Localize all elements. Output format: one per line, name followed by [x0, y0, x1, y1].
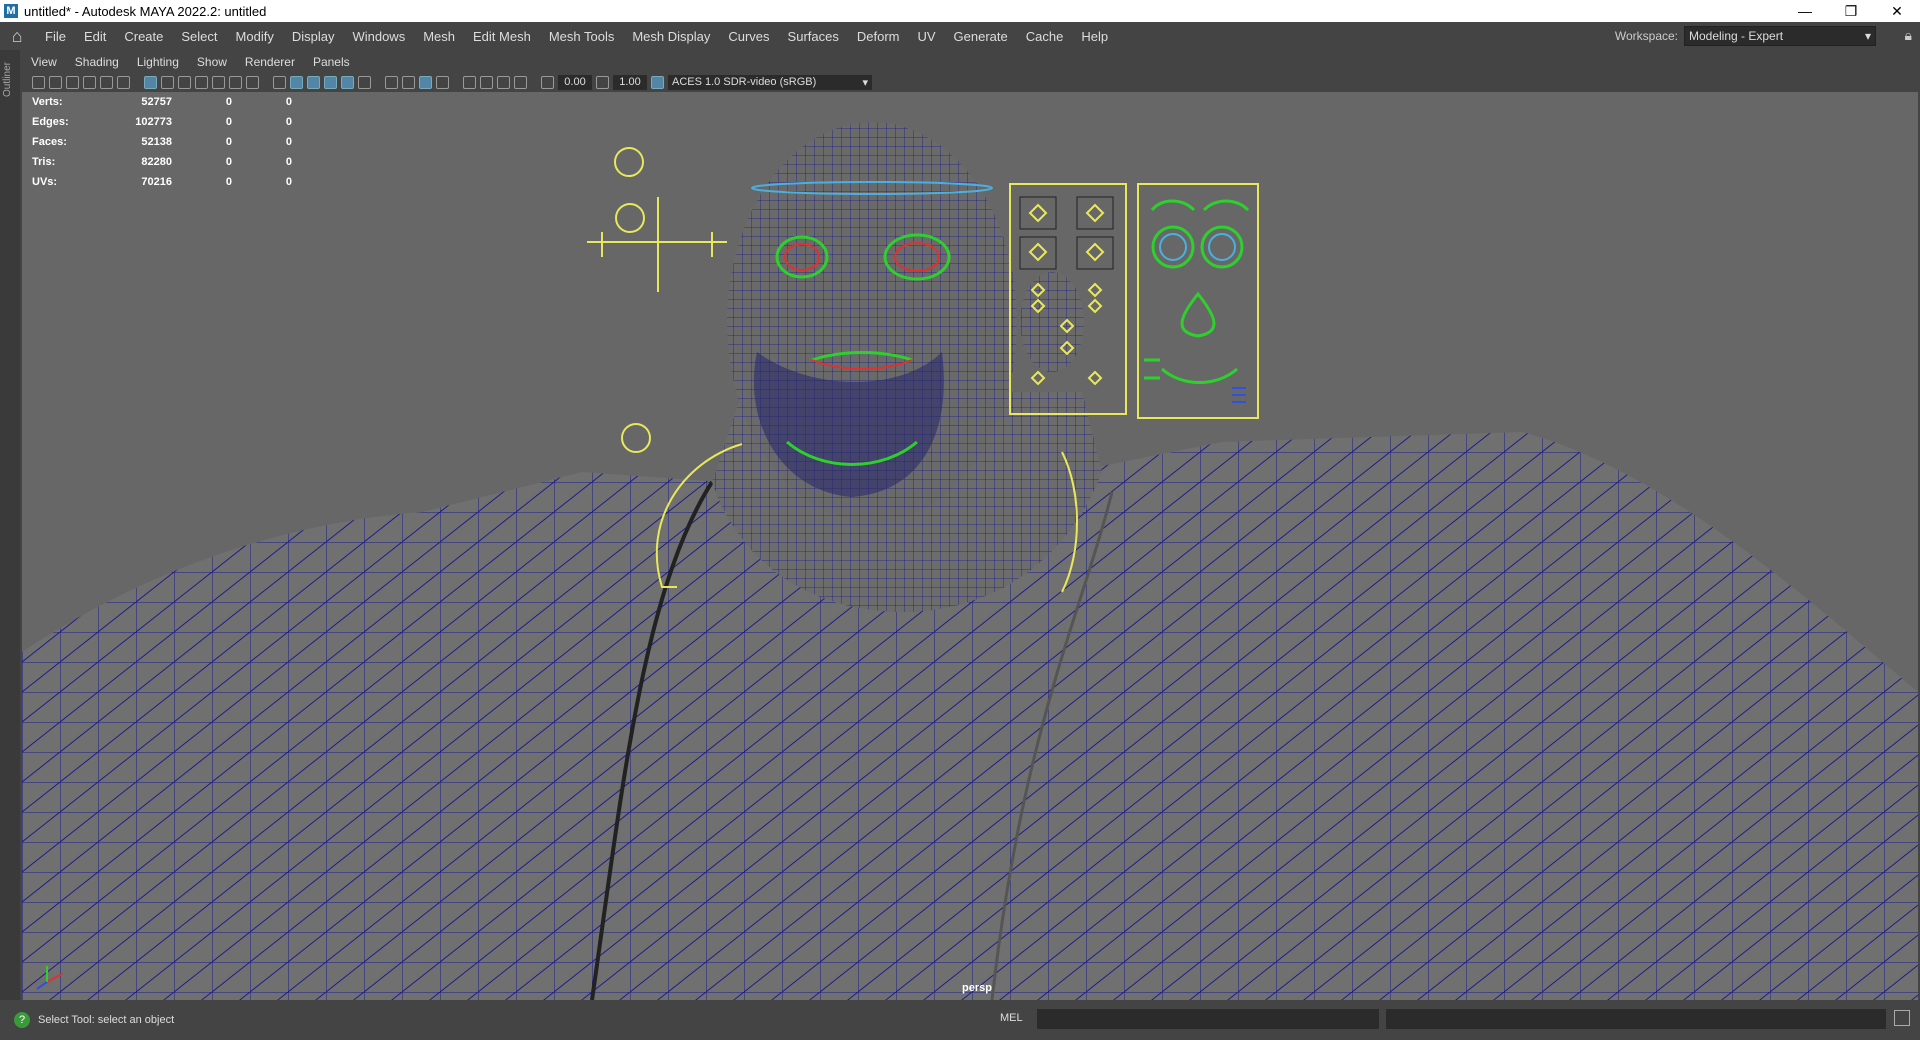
- hud-row-verts: Verts: 52757 0 0: [32, 96, 292, 108]
- hud-row-tris: Tris: 82280 0 0: [32, 156, 292, 168]
- image-plane-icon[interactable]: [83, 75, 96, 89]
- lock-icon[interactable]: 🔒︎: [1905, 27, 1912, 44]
- grid-icon[interactable]: [144, 75, 157, 89]
- chevron-down-icon: ▾: [1864, 29, 1871, 43]
- view-transform-value: ACES 1.0 SDR-video (sRGB): [672, 76, 817, 88]
- bookmarks-icon[interactable]: [66, 75, 79, 89]
- xray-components-icon[interactable]: [514, 75, 527, 89]
- use-all-lights-icon[interactable]: [341, 75, 354, 89]
- workspace-dropdown[interactable]: Modeling - Expert ▾: [1684, 26, 1876, 46]
- menu-edit[interactable]: Edit: [75, 29, 115, 44]
- panel-menu-renderer[interactable]: Renderer: [236, 55, 304, 69]
- viewport-persp[interactable]: Verts: 52757 0 0 Edges: 102773 0 0 Faces: 52138…: [22, 92, 1918, 1000]
- menu-surfaces[interactable]: Surfaces: [779, 29, 848, 44]
- shadows-icon[interactable]: [358, 75, 371, 89]
- multisample-aa-icon[interactable]: [419, 75, 432, 89]
- camera-attributes-icon[interactable]: [49, 75, 62, 89]
- exposure-icon[interactable]: [541, 75, 554, 89]
- command-result-field: [1386, 1009, 1886, 1029]
- field-chart-icon[interactable]: [212, 75, 225, 89]
- panel-menu-panels[interactable]: Panels: [304, 55, 359, 69]
- camera-name-label: persp: [962, 982, 992, 994]
- outliner-tab[interactable]: Outliner: [0, 50, 20, 1000]
- help-icon[interactable]: ?: [14, 1012, 30, 1028]
- title-bar: M untitled* - Autodesk MAYA 2022.2: unti…: [0, 0, 1920, 22]
- home-icon[interactable]: ⌂: [6, 26, 28, 47]
- smooth-shade-icon[interactable]: [290, 75, 303, 89]
- hud-row-edges: Edges: 102773 0 0: [32, 116, 292, 128]
- xray-joints-icon[interactable]: [497, 75, 510, 89]
- face-ui-panel-right: [1137, 183, 1259, 419]
- motion-blur-icon[interactable]: [402, 75, 415, 89]
- ambient-occlusion-icon[interactable]: [385, 75, 398, 89]
- safe-action-icon[interactable]: [229, 75, 242, 89]
- window-controls: — ❐ ✕: [1782, 0, 1920, 22]
- gamma-icon[interactable]: [596, 75, 609, 89]
- isolate-select-icon[interactable]: [463, 75, 476, 89]
- minimize-button[interactable]: —: [1782, 0, 1828, 22]
- menu-mesh-tools[interactable]: Mesh Tools: [540, 29, 624, 44]
- depth-of-field-icon[interactable]: [436, 75, 449, 89]
- menu-select[interactable]: Select: [172, 29, 226, 44]
- wireframe-icon[interactable]: [273, 75, 286, 89]
- film-gate-icon[interactable]: [161, 75, 174, 89]
- menu-generate[interactable]: Generate: [945, 29, 1017, 44]
- exposure-field[interactable]: 0.00: [558, 74, 592, 90]
- workspace-label: Workspace:: [1614, 29, 1678, 43]
- menu-deform[interactable]: Deform: [848, 29, 909, 44]
- menu-file[interactable]: File: [36, 29, 75, 44]
- wireframe-on-shaded-icon[interactable]: [307, 75, 320, 89]
- menu-mesh[interactable]: Mesh: [414, 29, 464, 44]
- menu-cache[interactable]: Cache: [1017, 29, 1073, 44]
- outliner-label: Outliner: [2, 62, 13, 98]
- workspace-value: Modeling - Expert: [1689, 29, 1784, 43]
- maya-app-icon: M: [4, 4, 18, 18]
- poly-count-hud: Verts: 52757 0 0 Edges: 102773 0 0 Faces: 52138…: [32, 92, 292, 192]
- hud-row-uvs: UVs: 70216 0 0: [32, 176, 292, 188]
- locator-circle-mid: [615, 203, 645, 233]
- panel-menu-view[interactable]: View: [22, 55, 66, 69]
- chevron-down-icon: ▾: [862, 76, 868, 89]
- close-button[interactable]: ✕: [1874, 0, 1920, 22]
- panel-toolbar: 0.00 1.00 ACES 1.0 SDR-video (sRGB) ▾: [22, 72, 1918, 92]
- color-management-icon[interactable]: [651, 75, 664, 89]
- panel-menu-bar: View Shading Lighting Show Renderer Pane…: [22, 52, 359, 72]
- gate-mask-icon[interactable]: [195, 75, 208, 89]
- panel-menu-lighting[interactable]: Lighting: [128, 55, 188, 69]
- menu-windows[interactable]: Windows: [343, 29, 414, 44]
- menu-edit-mesh[interactable]: Edit Mesh: [464, 29, 540, 44]
- viewport-scene: [22, 122, 1918, 1000]
- command-line-input[interactable]: [1037, 1009, 1379, 1029]
- menu-display[interactable]: Display: [283, 29, 344, 44]
- select-camera-icon[interactable]: [32, 75, 45, 89]
- command-language-toggle[interactable]: MEL: [1000, 1012, 1023, 1024]
- restore-button[interactable]: ❐: [1828, 0, 1874, 22]
- resolution-gate-icon[interactable]: [178, 75, 191, 89]
- two-d-pan-zoom-icon[interactable]: [100, 75, 113, 89]
- locator-circle-top: [614, 147, 644, 177]
- safe-title-icon[interactable]: [246, 75, 259, 89]
- help-line-text: Select Tool: select an object: [38, 1014, 175, 1026]
- textured-icon[interactable]: [324, 75, 337, 89]
- menu-uv[interactable]: UV: [908, 29, 944, 44]
- grease-pencil-icon[interactable]: [117, 75, 130, 89]
- panel-menu-shading[interactable]: Shading: [66, 55, 128, 69]
- workspace-selector: Workspace: Modeling - Expert ▾: [1615, 26, 1876, 46]
- menu-help[interactable]: Help: [1072, 29, 1117, 44]
- menu-modify[interactable]: Modify: [227, 29, 283, 44]
- locator-circle-low: [621, 423, 651, 453]
- menu-mesh-display[interactable]: Mesh Display: [623, 29, 719, 44]
- hud-row-faces: Faces: 52138 0 0: [32, 136, 292, 148]
- panel-menu-show[interactable]: Show: [188, 55, 236, 69]
- window-title: untitled* - Autodesk MAYA 2022.2: untitl…: [24, 3, 267, 19]
- gamma-field[interactable]: 1.00: [613, 74, 647, 90]
- view-transform-dropdown[interactable]: ACES 1.0 SDR-video (sRGB) ▾: [668, 74, 872, 90]
- script-editor-icon[interactable]: [1894, 1010, 1910, 1026]
- xray-icon[interactable]: [480, 75, 493, 89]
- menu-create[interactable]: Create: [115, 29, 172, 44]
- locator-cross: [587, 197, 727, 292]
- menu-curves[interactable]: Curves: [719, 29, 778, 44]
